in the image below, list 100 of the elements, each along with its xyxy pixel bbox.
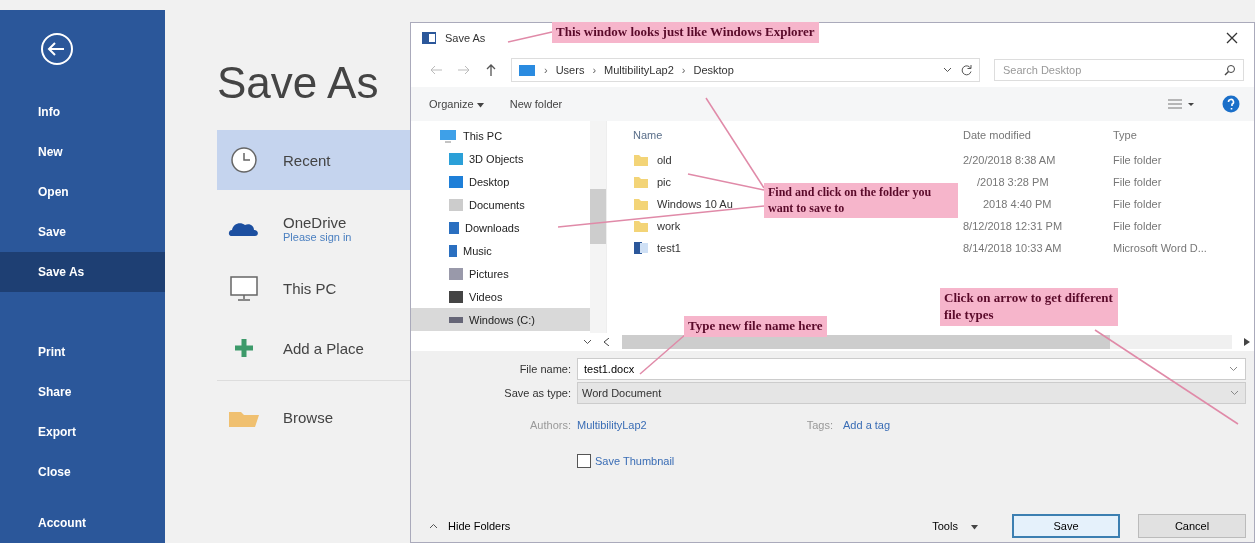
file-name[interactable]: Windows 10 Au: [657, 198, 733, 210]
path-separator: ›: [544, 64, 548, 76]
nav-item[interactable]: Desktop: [411, 170, 590, 193]
file-name[interactable]: pic: [657, 176, 672, 188]
chevron-down-icon[interactable]: [943, 67, 952, 73]
location-item[interactable]: Add a Place: [217, 320, 410, 376]
callout: Find and click on the folder you want to save to: [764, 183, 958, 219]
menu-item[interactable]: Close: [0, 452, 165, 492]
file-type-dropdown[interactable]: Word Document: [577, 382, 1246, 404]
nav-item[interactable]: Documents: [411, 193, 590, 216]
nav-item[interactable]: Videos: [411, 285, 590, 308]
chevron-up-icon: [429, 523, 438, 529]
menu-item[interactable]: New: [0, 132, 165, 172]
add-tag-link[interactable]: Add a tag: [843, 419, 891, 431]
location-item[interactable]: OneDrive Please sign in: [217, 200, 410, 256]
type-cell-text: File folder: [1113, 198, 1163, 210]
location-label: Browse: [283, 408, 334, 426]
location-icon: [449, 152, 463, 165]
up-arrow-icon[interactable]: [485, 63, 497, 77]
chevron-down-icon[interactable]: [583, 339, 592, 345]
location-label: OneDrive: [283, 213, 348, 231]
monitor-icon: [518, 63, 536, 77]
folder-icon: [633, 175, 649, 189]
folder-icon: [633, 219, 649, 233]
caret-icon: [476, 103, 484, 108]
file-name-field[interactable]: test1.docx: [577, 358, 1246, 380]
location-item[interactable]: This PC: [217, 260, 410, 316]
checkbox-label[interactable]: Save Thumbnail: [595, 455, 675, 467]
authors-link[interactable]: MultibilityLap2: [577, 419, 647, 431]
save-button[interactable]: Save: [1012, 514, 1120, 538]
leader-line: [639, 333, 687, 375]
help-icon[interactable]: [1222, 95, 1240, 113]
path-separator: ›: [592, 64, 597, 76]
monitor-icon: [439, 129, 457, 143]
location-item[interactable]: Recent: [217, 130, 410, 190]
tools-menu[interactable]: Tools: [926, 519, 984, 533]
location-icon: [449, 267, 463, 280]
menu-item[interactable]: Save As: [0, 252, 165, 292]
file-name[interactable]: test1: [657, 242, 681, 254]
file-name[interactable]: work: [657, 220, 681, 232]
column-header[interactable]: Type: [1113, 129, 1254, 141]
nav-item[interactable]: Pictures: [411, 262, 590, 285]
field-label: Save as type:: [503, 387, 572, 399]
location-icon: [449, 290, 463, 303]
checkbox[interactable]: [577, 454, 591, 468]
scrollbar[interactable]: [590, 121, 606, 333]
field-label: File name:: [518, 363, 572, 375]
new-folder-button[interactable]: New folder: [509, 96, 563, 112]
type-cell-text: File folder: [1113, 220, 1163, 232]
organize-menu[interactable]: Organize: [429, 96, 484, 112]
location-icon: [449, 316, 463, 323]
date-cell-text: 2018 4:40 PM: [982, 198, 1053, 210]
location-label: Recent: [283, 151, 331, 169]
folder-icon: [633, 153, 649, 167]
path-segment[interactable]: MultibilityLap2: [604, 64, 674, 76]
search-field[interactable]: Search Desktop: [994, 59, 1244, 81]
column-header[interactable]: Name: [633, 129, 963, 141]
search-icon: [1224, 64, 1236, 76]
nav-item[interactable]: 3D Objects: [411, 147, 590, 170]
nav-item[interactable]: Windows (C:): [411, 308, 590, 331]
column-header[interactable]: Date modified: [963, 129, 1113, 141]
cancel-button[interactable]: Cancel: [1138, 514, 1246, 538]
hide-folders-button[interactable]: Hide Folders: [423, 519, 517, 533]
menu-item[interactable]: Share: [0, 372, 165, 412]
refresh-icon[interactable]: [960, 63, 973, 77]
date-cell-text: /2018 3:28 PM: [976, 176, 1050, 188]
menu-item[interactable]: Export: [0, 412, 165, 452]
dialog-title: Save As: [445, 32, 486, 44]
page-heading: Save As: [217, 58, 380, 108]
leader-line: [507, 31, 553, 43]
menu-item[interactable]: Account: [0, 503, 165, 543]
callout: Click on arrow to get different file types: [940, 288, 1118, 326]
menu-item[interactable]: Print: [0, 332, 165, 372]
nav-item[interactable]: Music: [411, 239, 590, 262]
location-label: This PC: [283, 279, 337, 297]
type-cell-text: Microsoft Word D...: [1113, 242, 1208, 254]
nav-item[interactable]: This PC: [411, 125, 590, 147]
type-cell-text: File folder: [1113, 154, 1163, 166]
monitor-icon: [227, 274, 261, 302]
caret-icon: [971, 525, 978, 530]
nav-item[interactable]: Downloads: [411, 216, 590, 239]
location-label: Add a Place: [283, 339, 364, 357]
file-name[interactable]: old: [657, 154, 672, 166]
scrollbar[interactable]: [622, 335, 1232, 349]
path-separator: ›: [681, 64, 686, 76]
address-bar[interactable]: › Users › MultibilityLap2 › Desktop: [511, 58, 980, 82]
menu-item[interactable]: Open: [0, 172, 165, 212]
sign-in-hint: Please sign in: [283, 230, 352, 243]
menu-item[interactable]: Info: [0, 92, 165, 132]
location-icon: [449, 221, 459, 234]
field-label: Tags:: [806, 419, 833, 431]
close-icon[interactable]: [1226, 32, 1238, 44]
date-cell-text: 8/12/2018 12:31 PM: [963, 220, 1064, 232]
path-segment[interactable]: Users: [555, 64, 585, 76]
callout: This window looks just like Windows Explorer: [552, 22, 819, 43]
path-segment[interactable]: Desktop: [693, 64, 734, 76]
word-icon: [421, 30, 437, 46]
menu-item[interactable]: Save: [0, 212, 165, 252]
location-icon: [449, 175, 463, 188]
date-cell-text: 2/20/2018 8:38 AM: [963, 154, 1057, 166]
